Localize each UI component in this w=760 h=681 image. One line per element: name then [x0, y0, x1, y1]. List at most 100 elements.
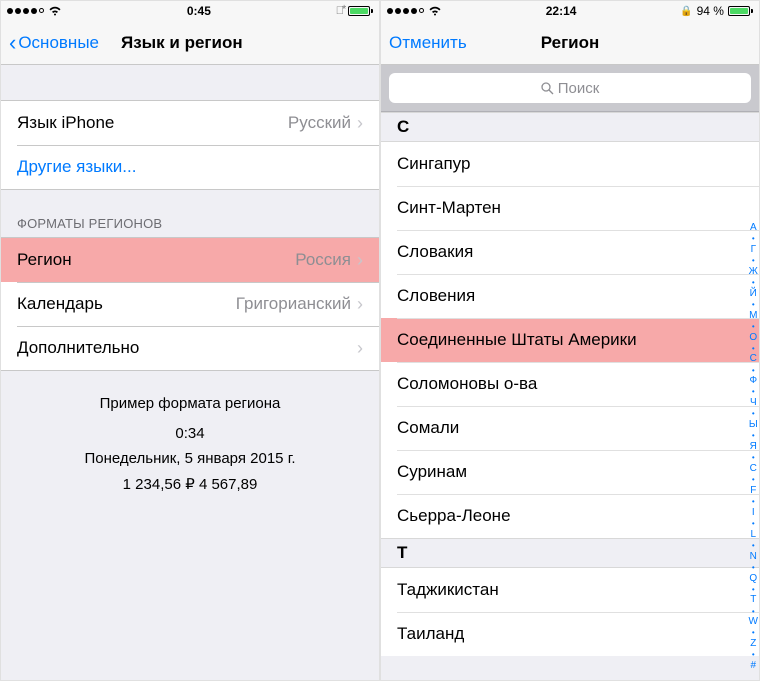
cancel-label: Отменить [389, 33, 467, 53]
index-letter[interactable]: • [752, 234, 755, 243]
search-input[interactable]: Поиск [389, 73, 751, 103]
row-label: Другие языки... [17, 157, 136, 177]
battery-icon [728, 6, 753, 16]
rotation-lock-icon: 🔒 [680, 6, 692, 17]
search-placeholder: Поиск [558, 80, 600, 97]
index-letter[interactable]: • [752, 409, 755, 418]
preview-title: Пример формата региона [17, 391, 363, 417]
index-letter[interactable]: • [752, 300, 755, 309]
row-label: Дополнительно [17, 338, 139, 358]
index-letter[interactable]: Ч [750, 397, 757, 409]
index-letter[interactable]: • [752, 278, 755, 287]
country-row[interactable]: Соединенные Штаты Америки [381, 318, 759, 362]
row-value: Россия [295, 250, 351, 270]
right-screen: 22:14 🔒 94 % Отменить Регион Поиск ССинг… [380, 0, 760, 681]
status-time: 22:14 [546, 4, 577, 18]
country-row[interactable]: Сомали [381, 406, 759, 450]
back-label: Основные [18, 33, 99, 53]
index-letter[interactable]: I [752, 507, 755, 519]
index-letter[interactable]: • [752, 563, 755, 572]
index-letter[interactable]: С [750, 353, 757, 365]
index-letter[interactable]: F [750, 485, 756, 497]
index-letter[interactable]: Я [750, 441, 757, 453]
status-time: 0:45 [187, 4, 211, 18]
alpha-index[interactable]: А•Г•Ж•Й•М•О•С•Ф•Ч•Ы•Я•C•F•I•L•N•Q•T•W•Z•… [749, 222, 758, 672]
region-format-preview: Пример формата региона 0:34 Понедельник,… [1, 371, 379, 517]
left-screen: 0:45 ⋮⃰ ‹ Основные Язык и регион Язык iP… [0, 0, 380, 681]
row-label: Календарь [17, 294, 103, 314]
row-advanced[interactable]: Дополнительно › [1, 326, 379, 370]
status-bar: 0:45 ⋮⃰ [1, 1, 379, 21]
index-letter[interactable]: • [752, 607, 755, 616]
index-letter[interactable]: О [749, 332, 757, 344]
index-letter[interactable]: А [750, 222, 757, 234]
wifi-icon [428, 6, 442, 16]
index-letter[interactable]: Ж [749, 266, 758, 278]
wifi-icon [48, 6, 62, 16]
chevron-right-icon: › [357, 113, 363, 134]
index-letter[interactable]: • [752, 475, 755, 484]
index-letter[interactable]: C [750, 463, 757, 475]
index-letter[interactable]: Ф [749, 375, 757, 387]
preview-date: Понедельник, 5 января 2015 г. [17, 446, 363, 472]
index-letter[interactable]: # [750, 660, 756, 672]
country-row[interactable]: Словакия [381, 230, 759, 274]
country-row[interactable]: Сьерра-Леоне [381, 494, 759, 538]
section-header-region-formats: ФОРМАТЫ РЕГИОНОВ [1, 210, 379, 237]
index-letter[interactable]: Z [750, 638, 756, 650]
row-value: Григорианский [236, 294, 351, 314]
index-letter[interactable]: • [752, 453, 755, 462]
country-row[interactable]: Словения [381, 274, 759, 318]
search-icon [541, 82, 554, 95]
index-letter[interactable]: • [752, 519, 755, 528]
index-letter[interactable]: Й [750, 288, 757, 300]
chevron-right-icon: › [357, 294, 363, 315]
back-button[interactable]: ‹ Основные [9, 32, 99, 54]
index-letter[interactable]: • [752, 497, 755, 506]
index-letter[interactable]: L [750, 529, 756, 541]
row-other-languages[interactable]: Другие языки... [1, 145, 379, 189]
cancel-button[interactable]: Отменить [389, 33, 467, 53]
index-letter[interactable]: Ы [749, 419, 758, 431]
row-label: Регион [17, 250, 72, 270]
nav-bar: Отменить Регион [381, 21, 759, 65]
battery-icon [348, 6, 373, 16]
row-region[interactable]: Регион Россия › [1, 238, 379, 282]
index-letter[interactable]: • [752, 650, 755, 659]
country-row[interactable]: Синт-Мартен [381, 186, 759, 230]
row-value: Русский [288, 113, 351, 133]
country-row[interactable]: Суринам [381, 450, 759, 494]
country-row[interactable]: Сингапур [381, 142, 759, 186]
index-letter[interactable]: Г [751, 244, 756, 256]
index-letter[interactable]: T [750, 594, 756, 606]
chevron-left-icon: ‹ [9, 32, 16, 54]
country-row[interactable]: Соломоновы о-ва [381, 362, 759, 406]
row-label: Язык iPhone [17, 113, 114, 133]
signal-icon [7, 8, 44, 14]
country-row[interactable]: Таиланд [381, 612, 759, 656]
index-letter[interactable]: • [752, 387, 755, 396]
index-letter[interactable]: • [752, 541, 755, 550]
section-header: С [381, 112, 759, 142]
index-letter[interactable]: • [752, 431, 755, 440]
country-list[interactable]: ССингапурСинт-МартенСловакияСловенияСоед… [381, 112, 759, 656]
index-letter[interactable]: W [749, 616, 758, 628]
search-bar: Поиск [381, 65, 759, 112]
battery-percent: 94 % [697, 4, 724, 18]
nav-title: Язык и регион [121, 33, 243, 53]
index-letter[interactable]: Q [749, 573, 757, 585]
index-letter[interactable]: • [752, 585, 755, 594]
country-row[interactable]: Таджикистан [381, 568, 759, 612]
index-letter[interactable]: • [752, 628, 755, 637]
index-letter[interactable]: • [752, 322, 755, 331]
status-bar: 22:14 🔒 94 % [381, 1, 759, 21]
row-calendar[interactable]: Календарь Григорианский › [1, 282, 379, 326]
row-iphone-language[interactable]: Язык iPhone Русский › [1, 101, 379, 145]
index-letter[interactable]: • [752, 344, 755, 353]
index-letter[interactable]: N [750, 551, 757, 563]
chevron-right-icon: › [357, 250, 363, 271]
index-letter[interactable]: М [749, 310, 757, 322]
index-letter[interactable]: • [752, 256, 755, 265]
index-letter[interactable]: • [752, 366, 755, 375]
nav-bar: ‹ Основные Язык и регион [1, 21, 379, 65]
